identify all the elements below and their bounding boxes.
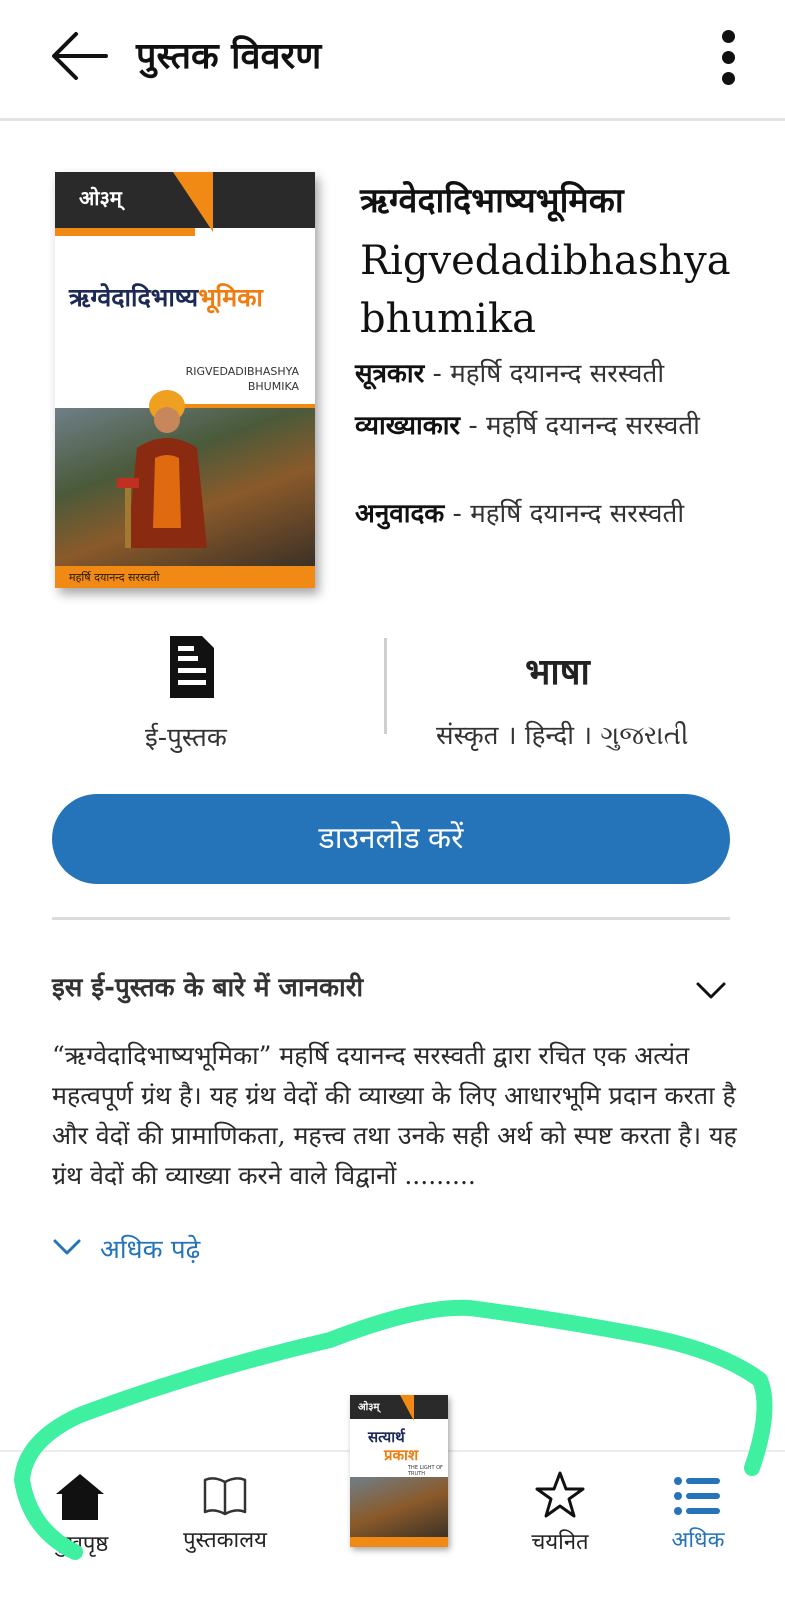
list-icon (674, 1477, 720, 1515)
divider (384, 638, 387, 734)
featured-book-title: सत्यार्थ (368, 1428, 405, 1446)
nav-label: मुखपृष्ठ (51, 1532, 109, 1557)
featured-book-artwork (350, 1477, 448, 1539)
credit-vyakhyakar: व्याख्याकार - महर्षि दयानन्द सरस्वती (355, 411, 700, 441)
featured-book-button[interactable]: ओ३म् सत्यार्थ प्रकाश THE LIGHT OF TRUTH (350, 1395, 448, 1547)
cover-om: ओ३म् (79, 186, 122, 210)
chevron-down-icon (53, 1239, 81, 1255)
arrow-left-icon (52, 32, 108, 80)
nav-item-more[interactable]: अधिक (660, 1474, 736, 1554)
nav-label: चयनित (531, 1530, 589, 1555)
language-title: भाषा (525, 652, 590, 693)
credit-anuvadak: अनुवादक - महर्षि दयानन्द सरस्वती (355, 499, 685, 529)
cover-author: महर्षि दयानन्द सरस्वती (69, 571, 160, 584)
star-icon (535, 1471, 585, 1518)
sage-figure-illustration (117, 390, 207, 548)
about-section-title[interactable]: इस ई-पुस्तक के बारे में जानकारी (52, 968, 363, 1004)
more-options-button[interactable] (716, 30, 740, 94)
book-cover[interactable]: ओ३म् ऋग्वेदादिभाष्यभूमिका RIGVEDADIBHASH… (55, 172, 315, 588)
page-title: पुस्तक विवरण (136, 36, 322, 77)
format-label: ई-पुस्तक (145, 723, 227, 753)
ebook-icon (170, 636, 214, 698)
book-title-english: Rigvedadibhashya bhumika (360, 238, 731, 342)
book-title-hindi: ऋग्वेदादिभाष्यभूमिका (360, 181, 624, 221)
chevron-down-icon[interactable] (694, 978, 728, 1002)
nav-item-selected[interactable]: चयनित (520, 1470, 600, 1556)
divider (52, 917, 730, 920)
cover-title: ऋग्वेदादिभाष्यभूमिका (69, 283, 263, 312)
back-button[interactable] (44, 24, 114, 88)
language-values: संस्कृत । हिन्दी । ગુજરાતી (436, 721, 689, 751)
about-description: “ऋग्वेदादिभाष्यभूमिका” महर्षि दयानन्द सर… (52, 1041, 737, 1190)
more-vert-icon (721, 30, 735, 43)
nav-item-library[interactable]: पुस्तकालय (172, 1474, 278, 1554)
book-open-icon (203, 1477, 247, 1516)
read-more-label: अधिक पढ़े (100, 1235, 201, 1265)
credit-sutrakar: सूत्रकार - महर्षि दयानन्द सरस्वती (355, 359, 665, 389)
nav-label: अधिक (671, 1528, 725, 1553)
home-icon (56, 1474, 104, 1520)
nav-label: पुस्तकालय (183, 1528, 267, 1553)
download-button[interactable]: डाउनलोड करें (52, 794, 730, 884)
app-header: पुस्तक विवरण (0, 0, 785, 121)
nav-item-home[interactable]: मुखपृष्ठ (40, 1470, 120, 1558)
